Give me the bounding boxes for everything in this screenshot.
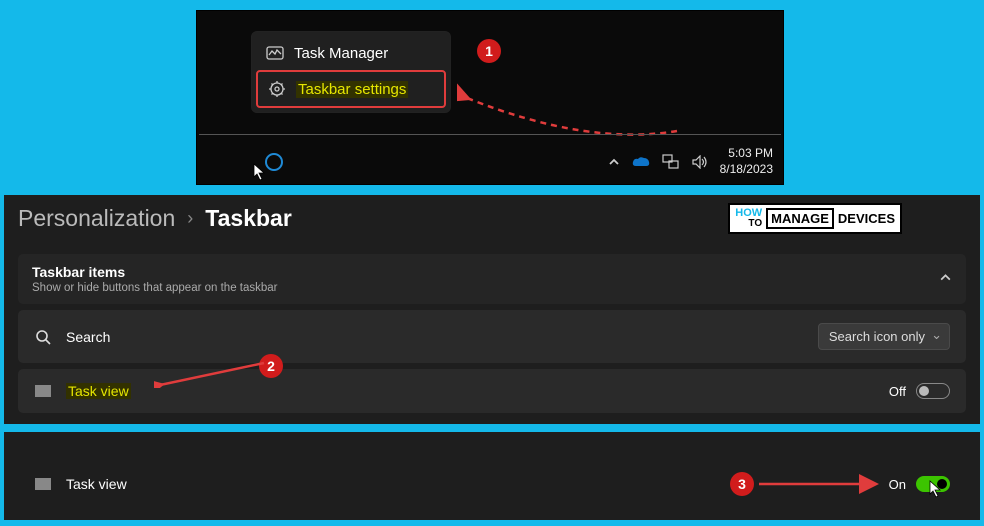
annotation-badge-1: 1: [477, 39, 501, 63]
chevron-up-icon: [939, 271, 952, 287]
row-search: Search Search icon only: [18, 310, 966, 363]
volume-icon[interactable]: [692, 155, 708, 169]
row-task-view-off: Task view Off: [18, 369, 966, 413]
cursor-icon: [929, 480, 943, 502]
section-subtitle: Show or hide buttons that appear on the …: [32, 282, 278, 294]
annotation-badge-2: 2: [259, 354, 283, 378]
date: 8/18/2023: [720, 162, 773, 178]
row-label: Search: [66, 329, 110, 345]
onedrive-icon[interactable]: [632, 156, 650, 168]
system-tray: 5:03 PM 8/18/2023: [608, 146, 773, 177]
taskbar-context-panel: Task Manager Taskbar settings 1: [196, 10, 784, 185]
watermark-logo: HOW TO MANAGE DEVICES: [728, 203, 902, 234]
time: 5:03 PM: [720, 146, 773, 162]
clock[interactable]: 5:03 PM 8/18/2023: [720, 146, 773, 177]
task-manager-icon: [266, 44, 284, 62]
breadcrumb-current: Taskbar: [205, 205, 292, 232]
chevron-up-icon[interactable]: [608, 156, 620, 168]
row-label: Task view: [66, 383, 131, 399]
task-view-icon: [34, 382, 52, 400]
menu-item-taskbar-settings[interactable]: Taskbar settings: [256, 70, 446, 108]
search-dropdown[interactable]: Search icon only: [818, 323, 950, 350]
task-view-icon: [34, 475, 52, 493]
task-view-toggle-off[interactable]: [916, 383, 950, 399]
menu-item-task-manager[interactable]: Task Manager: [256, 36, 446, 70]
annotation-badge-3: 3: [730, 472, 754, 496]
divider: [199, 134, 781, 135]
context-menu: Task Manager Taskbar settings: [251, 31, 451, 113]
settings-taskbar-panel-on: Task view On 3: [4, 432, 980, 520]
annotation-arrow-1: [457, 56, 687, 136]
menu-label: Taskbar settings: [296, 81, 408, 98]
section-title: Taskbar items: [32, 264, 278, 280]
breadcrumb-parent[interactable]: Personalization: [18, 205, 175, 232]
toggle-state: Off: [889, 384, 906, 399]
settings-taskbar-panel: Personalization › Taskbar HOW TO MANAGE …: [4, 195, 980, 424]
menu-label: Task Manager: [294, 45, 388, 62]
row-label: Task view: [66, 476, 127, 492]
row-task-view-on: Task view On: [18, 462, 966, 506]
network-icon[interactable]: [662, 154, 680, 170]
cursor-icon: [253, 163, 267, 186]
chevron-right-icon: ›: [187, 208, 193, 229]
toggle-state: On: [889, 477, 906, 492]
search-icon: [34, 328, 52, 346]
cortana-icon[interactable]: [265, 153, 283, 171]
gear-icon: [268, 80, 286, 98]
taskbar-items-header[interactable]: Taskbar items Show or hide buttons that …: [18, 254, 966, 304]
